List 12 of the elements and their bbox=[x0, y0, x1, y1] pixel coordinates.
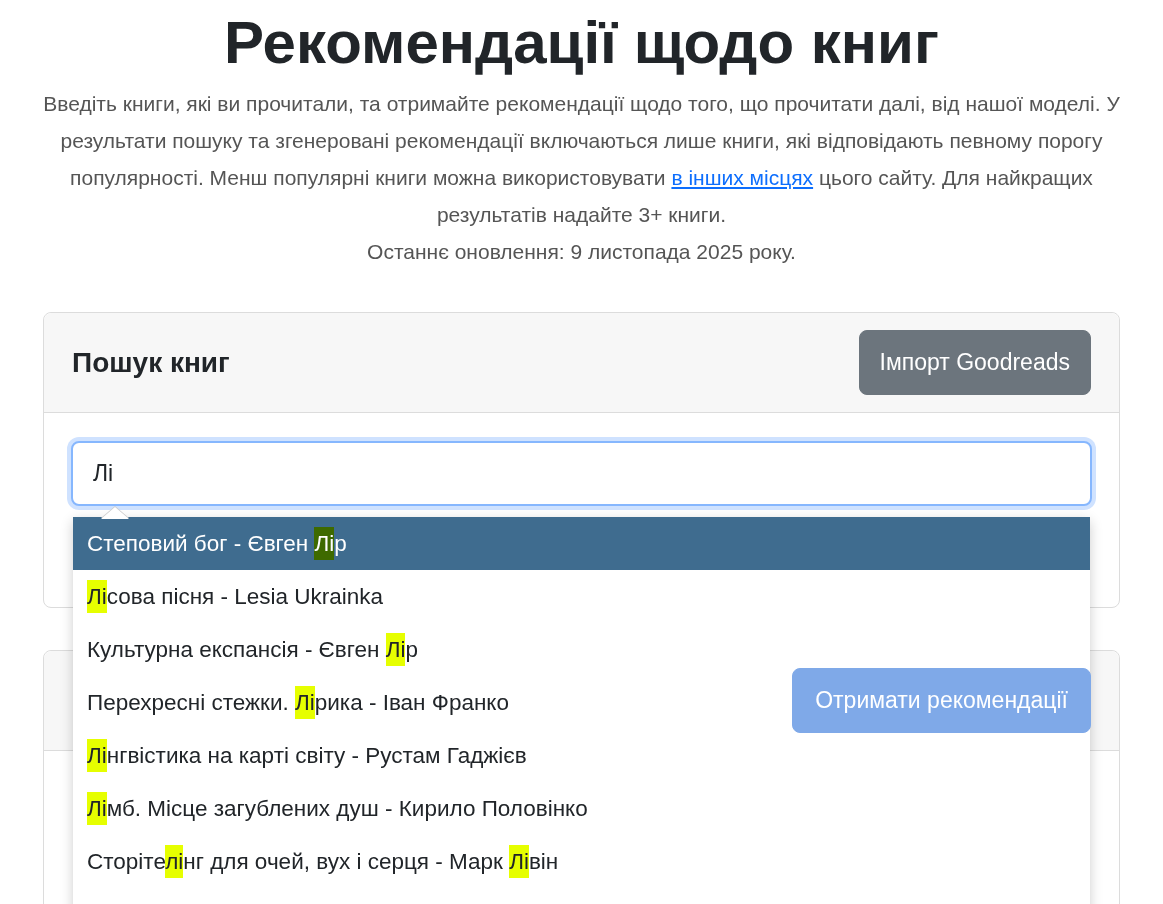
suggestion-item[interactable]: Культурна експансія - Євген Лір bbox=[73, 623, 432, 676]
suggestion-item[interactable]: Лінгвістика на карті світу - Рустам Гаджієв bbox=[73, 729, 541, 782]
page-title: Рекомендації щодо книг bbox=[223, 8, 940, 77]
intro-paragraph: Введіть книги, які ви прочитали, та отримайте рекомендації щодо того, що прочитати далі, від нашої моделі. У результати пошуку та згенеровані рекомендації включаються лише книги, які відповідають певному порогу популярності. Менш популярні книги можна використовувати в інших місцях цього сайту. Для найкращих результатів надайте 3+ книги. bbox=[43, 91, 1120, 228]
inline-link[interactable]: в інших місцях bbox=[671, 166, 814, 189]
import-button[interactable]: Імпорт Goodreads bbox=[858, 330, 1091, 395]
last-updated-text: Останнє оновлення: 9 листопада 2025 року. bbox=[366, 239, 797, 265]
suggestion-item[interactable]: Лісова пісня - Lesia Ukrainka bbox=[73, 570, 398, 623]
suggestion-item[interactable]: Лімб. Місце загублених душ - Кирило Половінко bbox=[73, 782, 602, 835]
suggestion-item[interactable]: Степовий бог - Євген Лір bbox=[73, 517, 1090, 570]
suggestion-item[interactable]: Перехресні стежки. Лірика - Іван Франко bbox=[73, 676, 523, 729]
card-title: Пошук книг bbox=[72, 345, 230, 380]
